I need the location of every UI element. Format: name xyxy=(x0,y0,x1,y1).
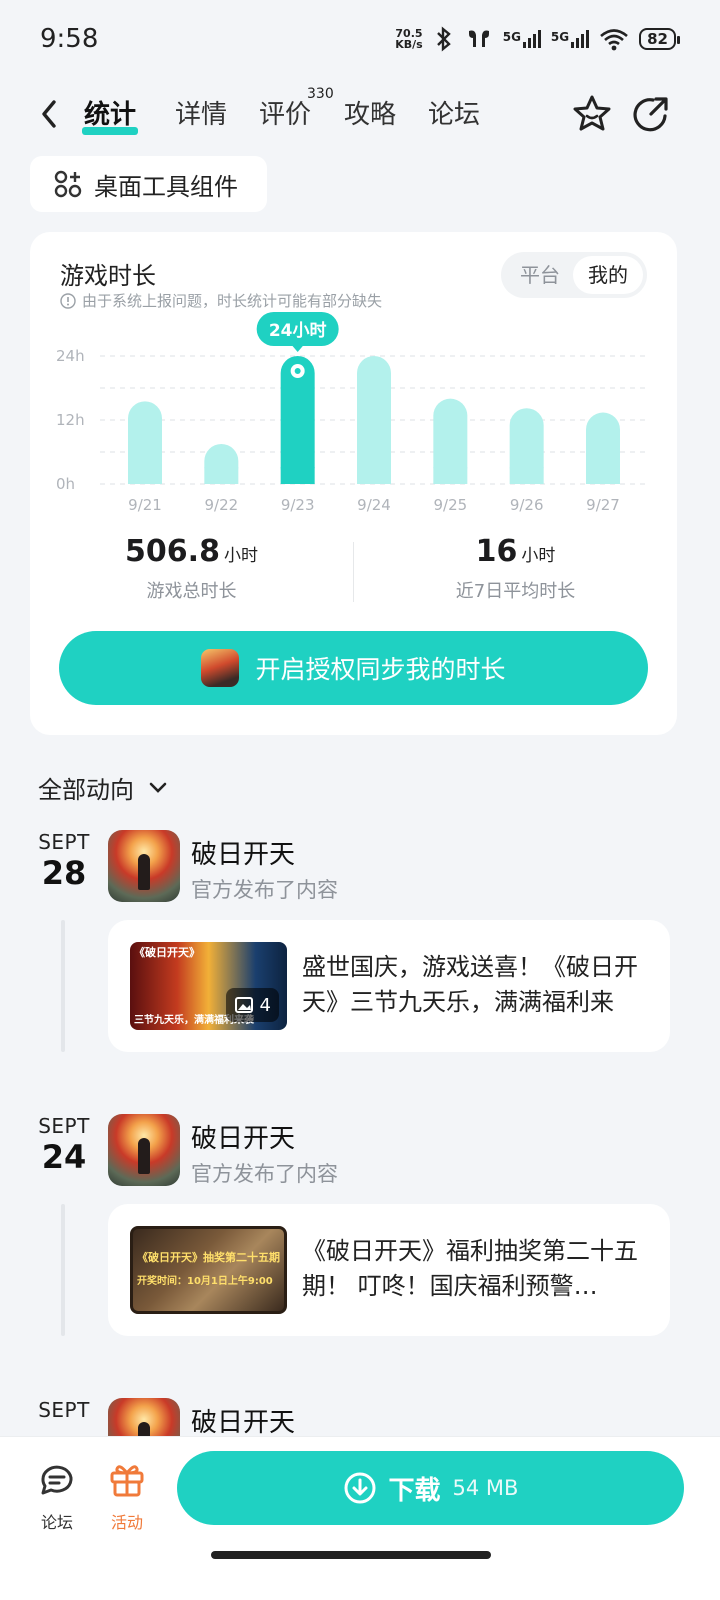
playtime-note: 由于系统上报问题，时长统计可能有部分缺失 xyxy=(60,290,382,311)
status-bar: 9:58 70.5 KB/s 5G 5G 82 xyxy=(0,0,720,80)
feed-item: SEPT 24 破日开天 官方发布了内容 《破日开天》抽奖第二十五期 开奖时间：1… xyxy=(0,1114,720,1344)
chevron-down-icon xyxy=(149,782,167,793)
tab-stats[interactable]: 统计 xyxy=(82,94,139,135)
playtime-stats: 506.8 小时 游戏总时长 16 小时 近7日平均时长 xyxy=(30,534,677,604)
home-indicator xyxy=(211,1551,491,1559)
download-icon xyxy=(344,1472,376,1504)
post-text: 盛世国庆，游戏送喜！《破日开天》三节九天乐，满满福利来袭！ xyxy=(302,953,638,1016)
average-playtime: 16 小时 近7日平均时长 xyxy=(455,534,576,602)
image-count-badge: 4 xyxy=(225,988,279,1022)
x-tick-label: 9/22 xyxy=(204,496,238,514)
sync-playtime-button[interactable]: 开启授权同步我的时长 xyxy=(59,631,648,705)
total-playtime: 506.8 小时 游戏总时长 xyxy=(125,534,258,602)
tooltip-label: 24小时 xyxy=(269,321,327,341)
game-name[interactable]: 破日开天 xyxy=(191,834,295,871)
tab-details[interactable]: 详情 xyxy=(175,94,227,131)
feed-date: SEPT xyxy=(38,1398,90,1422)
network-speed: 70.5 KB/s xyxy=(395,27,423,51)
feed-date: SEPT 24 xyxy=(38,1114,90,1176)
info-icon xyxy=(60,292,76,309)
y-tick-label: 0h xyxy=(56,475,75,493)
wifi-icon xyxy=(600,29,628,51)
desktop-widget-label: 桌面工具组件 xyxy=(94,172,238,201)
x-tick-label: 9/24 xyxy=(357,496,391,514)
chart-bar-base xyxy=(128,467,162,484)
signal-5g-2: 5G xyxy=(551,30,590,48)
tab-reviews[interactable]: 评价 xyxy=(259,94,311,131)
playtime-bar-chart: 24h 12h 0h 9/21 9/22 9/23 24小时 9/24 9/25 9/26 9/27 xyxy=(56,312,648,514)
download-button[interactable]: 下载 54 MB xyxy=(177,1451,684,1525)
status-time: 9:58 xyxy=(40,24,99,54)
favorite-star-icon[interactable] xyxy=(570,92,614,136)
activity-button[interactable]: 活动 xyxy=(97,1459,157,1533)
game-avatar[interactable] xyxy=(108,830,180,902)
timeline-rail xyxy=(61,1204,65,1336)
selected-dot-center xyxy=(294,368,301,374)
post-card[interactable]: 《破日开天》 三节九天乐，满满福利来袭 4 盛世国庆，游戏送喜！《破日开天》三节… xyxy=(108,920,670,1052)
feed-item: SEPT 破日开天 xyxy=(0,1398,720,1470)
earbuds-icon xyxy=(468,30,489,47)
playtime-title: 游戏时长 xyxy=(60,262,156,290)
post-card[interactable]: 《破日开天》抽奖第二十五期 开奖时间：10月1日上午9:00 《破日开天》福利抽… xyxy=(108,1204,670,1336)
y-tick-label: 12h xyxy=(56,411,85,429)
chart-bar-base xyxy=(433,467,468,484)
playtime-card: 游戏时长 由于系统上报问题，时长统计可能有部分缺失 平台 我的 24h 12h 0h… xyxy=(30,232,677,735)
post-thumbnail: 《破日开天》抽奖第二十五期 开奖时间：10月1日上午9:00 xyxy=(130,1226,287,1314)
y-tick-label: 24h xyxy=(56,347,85,365)
game-mini-icon xyxy=(201,649,240,687)
game-name[interactable]: 破日开天 xyxy=(191,1118,295,1155)
toggle-mine[interactable]: 我的 xyxy=(573,256,643,294)
widgets-icon xyxy=(54,170,82,198)
tooltip-pointer xyxy=(291,345,304,352)
gift-icon xyxy=(110,1465,144,1497)
forum-button[interactable]: 论坛 xyxy=(27,1459,87,1533)
bluetooth-icon xyxy=(436,26,451,52)
toggle-platform[interactable]: 平台 xyxy=(505,256,575,294)
x-tick-label: 9/23 xyxy=(281,496,315,514)
bottom-action-bar: 论坛 活动 下载 54 MB xyxy=(0,1436,720,1600)
x-tick-label: 9/26 xyxy=(510,496,544,514)
forum-chat-icon xyxy=(41,1465,73,1495)
game-name[interactable]: 破日开天 xyxy=(191,1402,295,1439)
top-nav: 统计 详情 评价 330 攻略 论坛 xyxy=(0,86,720,140)
feed-date: SEPT 28 xyxy=(38,830,90,892)
chart-bar[interactable] xyxy=(357,356,391,484)
back-arrow-icon[interactable] xyxy=(36,96,64,132)
feed-action: 官方发布了内容 xyxy=(191,878,338,902)
chart-bar-base xyxy=(357,467,391,484)
post-text: 《破日开天》福利抽奖第二十五期！ 叮咚！国庆福利预警… xyxy=(302,1237,638,1300)
feed-action: 官方发布了内容 xyxy=(191,1162,338,1186)
tab-forum[interactable]: 论坛 xyxy=(428,94,480,131)
post-thumbnail: 《破日开天》 三节九天乐，满满福利来袭 4 xyxy=(130,942,287,1030)
tab-guides[interactable]: 攻略 xyxy=(344,94,396,131)
signal-5g-1: 5G xyxy=(503,30,541,48)
chart-bar-base xyxy=(586,467,620,484)
chart-bar-base xyxy=(509,467,544,484)
chart-bar-base xyxy=(280,467,315,484)
chart-bar-base xyxy=(204,467,239,484)
feed-item: SEPT 28 破日开天 官方发布了内容 《破日开天》 三节九天乐，满满福利来袭 … xyxy=(0,830,720,1060)
status-icons: 70.5 KB/s 5G 5G 82 xyxy=(395,26,680,52)
battery-indicator: 82 xyxy=(639,28,680,50)
x-tick-label: 9/27 xyxy=(586,496,620,514)
x-tick-label: 9/21 xyxy=(128,496,162,514)
reviews-count-badge: 330 xyxy=(307,86,334,102)
feed-filter-dropdown[interactable]: 全部动向 xyxy=(38,770,170,805)
source-toggle: 平台 我的 xyxy=(501,252,647,298)
x-tick-label: 9/25 xyxy=(433,496,467,514)
desktop-widget-button[interactable]: 桌面工具组件 xyxy=(30,156,267,212)
game-avatar[interactable] xyxy=(108,1114,180,1186)
timeline-rail xyxy=(61,920,65,1052)
image-icon xyxy=(234,997,253,1013)
share-icon[interactable] xyxy=(629,92,673,136)
